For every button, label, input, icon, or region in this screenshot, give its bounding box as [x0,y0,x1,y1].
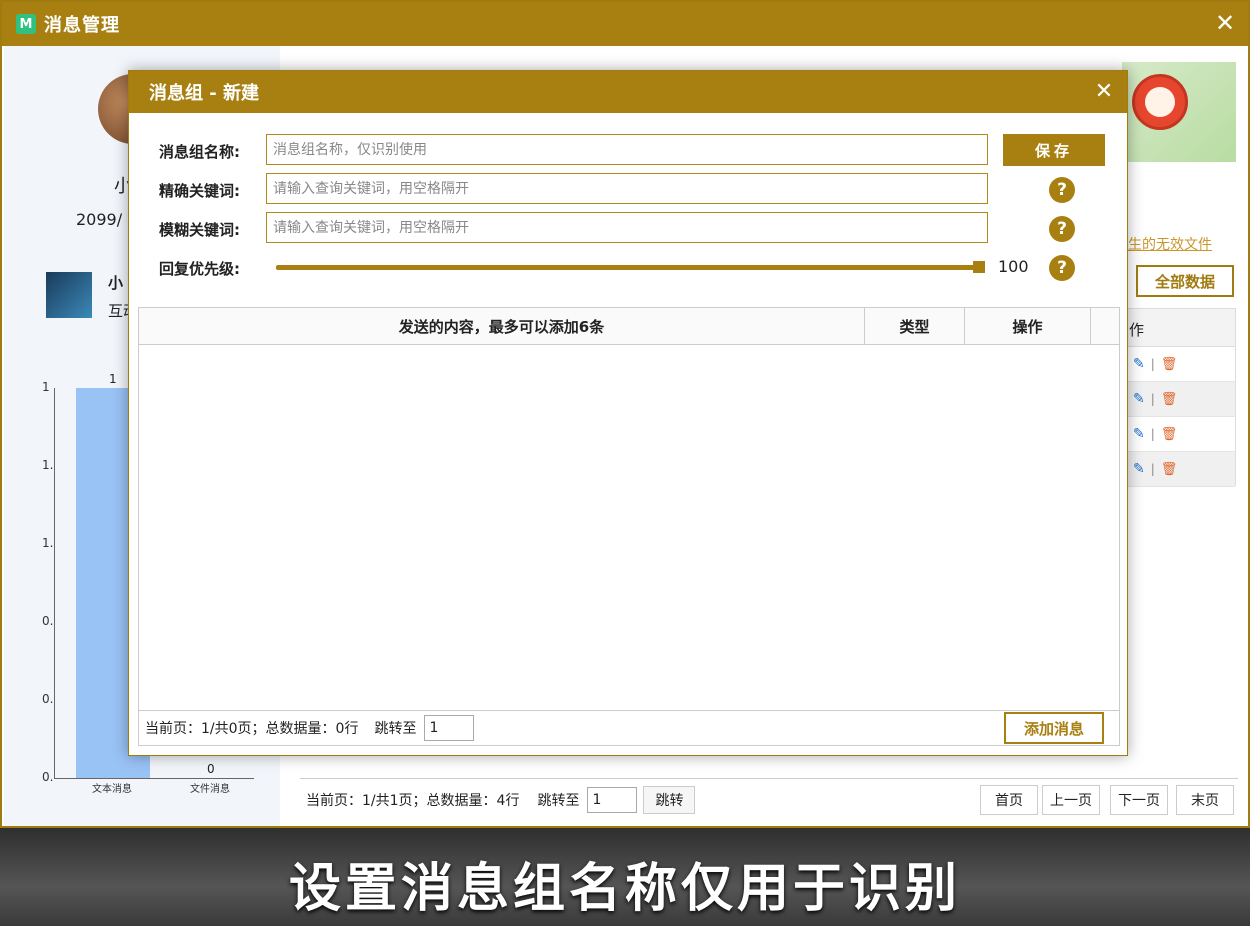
group-name-input[interactable] [266,134,988,165]
group-name-label: 消息组名称: [159,143,240,161]
pager-info: 当前页：1/共1页；总数据量：4行 [306,792,520,809]
fuzzy-keywords-label: 模糊关键词: [159,221,240,239]
dialog-title: 消息组 - 新建 [129,71,1127,113]
jump-page-input[interactable]: 1 [424,715,475,741]
contact-name: 小 [108,274,124,292]
add-message-button[interactable]: 添加消息 [1004,712,1104,744]
ops-column-header: 操作 [965,308,1091,344]
new-message-group-dialog: 消息组 - 新建 ✕ 消息组名称: 保存 精确关键词: ? 模糊关键词: ? 回… [128,70,1128,756]
table-row: ✎ | 🗑 [1127,347,1235,382]
video-subtitle: 设置消息组名称仅用于识别 [288,859,961,919]
pager-info: 当前页：1/共0页；总数据量：0行 [145,721,359,737]
priority-label: 回复优先级: [159,260,240,278]
content-column-header: 发送的内容，最多可以添加6条 [139,308,865,344]
table-scroll-gutter [1091,308,1119,344]
chart-data-label: 1 [109,372,117,386]
window-close-icon[interactable]: ✕ [1212,10,1238,36]
divider: | [1150,392,1155,406]
help-icon[interactable]: ? [1049,177,1075,203]
delete-icon[interactable]: 🗑 [1161,392,1178,407]
dialog-close-icon[interactable]: ✕ [1091,79,1117,105]
user-date: 2099/ [76,210,123,229]
contact-avatar [46,272,92,318]
edit-icon[interactable]: ✎ [1133,356,1145,372]
save-button[interactable]: 保存 [1003,134,1105,166]
priority-slider[interactable] [276,265,984,270]
chart-data-label: 0 [207,762,215,776]
prev-page-button[interactable]: 上一页 [1042,785,1100,815]
message-content-table: 发送的内容，最多可以添加6条 类型 操作 当前页：1/共0页；总数据量：0行 跳… [138,307,1120,746]
type-column-header: 类型 [865,308,965,344]
first-page-button[interactable]: 首页 [980,785,1038,815]
promo-banner [1122,62,1236,162]
priority-slider-handle[interactable] [973,261,985,273]
dialog-pager: 当前页：1/共0页；总数据量：0行 跳转至 1 [139,711,1119,745]
invalid-files-link[interactable]: 生的无效文件 [1128,234,1212,254]
fuzzy-keywords-input[interactable] [266,212,988,243]
y-tick-label: 1. [42,458,54,472]
divider: | [1150,427,1155,441]
jump-button[interactable]: 跳转 [643,785,696,814]
message-group-table: 作 ✎ | 🗑 ✎ | 🗑 ✎ | 🗑 ✎ | 🗑 [1126,308,1236,487]
help-icon[interactable]: ? [1049,216,1075,242]
delete-icon[interactable]: 🗑 [1161,357,1178,372]
priority-value: 100 [998,257,1029,276]
y-tick-label: 0. [42,770,54,784]
divider: | [1150,462,1155,476]
background-pager: 当前页：1/共1页；总数据量：4行 跳转至 1 跳转 首页 上一页 下一页 末页 [300,778,1238,820]
last-page-button[interactable]: 末页 [1176,785,1234,815]
table-header: 发送的内容，最多可以添加6条 类型 操作 [139,308,1119,345]
ops-column-header: 作 [1129,321,1145,339]
chart-y-axis [54,388,55,778]
y-tick-label: 0. [42,614,54,628]
divider: | [1150,357,1155,371]
edit-icon[interactable]: ✎ [1133,461,1145,477]
window-title: 消息管理 [44,15,120,36]
y-tick-label: 1. [42,536,54,550]
edit-icon[interactable]: ✎ [1133,426,1145,442]
window-title-bar: M 消息管理 ✕ [2,2,1248,46]
chart-category-label: 文件消息 [190,784,230,795]
y-tick-label: 1 [42,380,50,394]
app-icon: M [16,14,36,34]
jump-label: 跳转至 [374,721,417,737]
table-row: ✎ | 🗑 [1127,417,1235,452]
jump-label: 跳转至 [537,792,580,809]
edit-icon[interactable]: ✎ [1133,391,1145,407]
table-body [139,345,1119,711]
chart-category-label: 文本消息 [92,784,132,795]
table-row: ✎ | 🗑 [1127,452,1235,487]
delete-icon[interactable]: 🗑 [1161,427,1178,442]
delete-icon[interactable]: 🗑 [1161,462,1178,477]
alarm-clock-icon [1132,74,1188,130]
jump-page-input[interactable]: 1 [587,786,638,813]
next-page-button[interactable]: 下一页 [1110,785,1168,815]
table-row: ✎ | 🗑 [1127,382,1235,417]
exact-keywords-label: 精确关键词: [159,182,240,200]
table-header: 作 [1127,309,1235,347]
chart-x-axis [54,778,254,779]
y-tick-label: 0. [42,692,54,706]
exact-keywords-input[interactable] [266,173,988,204]
help-icon[interactable]: ? [1049,255,1075,281]
all-data-button[interactable]: 全部数据 [1136,265,1234,297]
